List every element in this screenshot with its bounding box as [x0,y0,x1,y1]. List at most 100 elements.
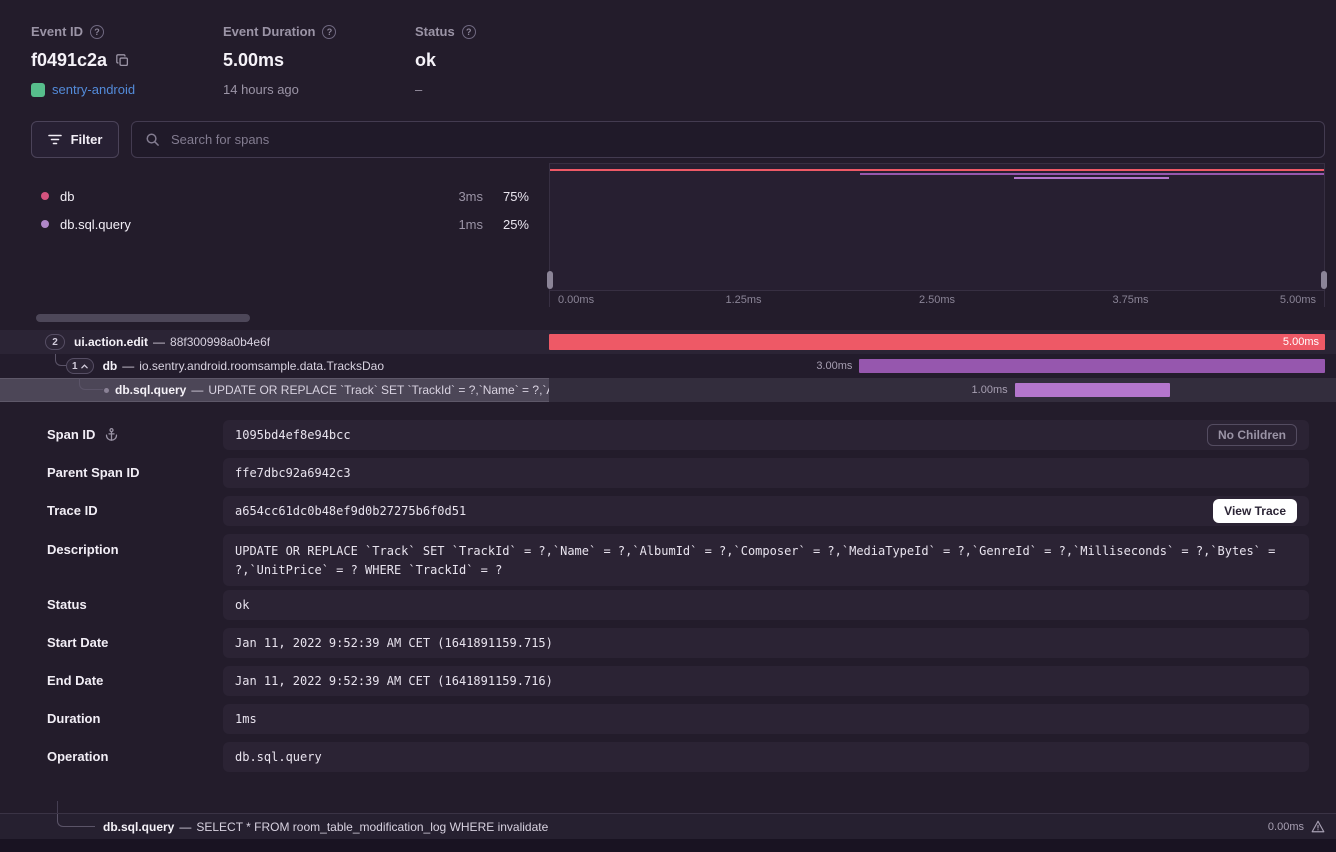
view-trace-button[interactable]: View Trace [1213,499,1297,523]
badge-count: 1 [72,361,78,372]
span-duration-bar[interactable] [859,359,1325,373]
span-id-value: 1095bd4ef8e94bcc [235,428,351,442]
span-duration-bar[interactable]: 5.00ms [549,334,1325,350]
span-duration-bar[interactable] [1015,383,1170,397]
start-date-value: Jan 11, 2022 9:52:39 AM CET (1641891159.… [235,636,553,650]
start-date-label: Start Date [47,635,108,650]
span-row-meta: 0.00ms [1268,814,1325,839]
start-date-value-box: Jan 11, 2022 9:52:39 AM CET (1641891159.… [223,628,1309,658]
filter-button[interactable]: Filter [31,121,119,158]
event-id-block: Event ID ? f0491c2a sentry-android [31,24,135,97]
span-description: 88f300998a0b4e6f [170,335,270,349]
no-children-button[interactable]: No Children [1207,424,1297,446]
badge-count: 2 [52,337,58,348]
span-duration-label: 1.00ms [972,384,1008,396]
minimap-right-drag-handle[interactable] [1321,271,1327,289]
event-duration-label-text: Event Duration [223,24,315,39]
operation-value: db.sql.query [235,750,322,764]
legend-percent: 75% [494,189,529,204]
span-description: SELECT * FROM room_table_modification_lo… [196,820,548,834]
span-title: db.sql.query—UPDATE OR REPLACE `Track` S… [115,383,549,397]
trace-id-value: a654cc61dc0b48ef9d0b27275b6f0d51 [235,504,466,518]
parent-span-id-value-box: ffe7dbc92a6942c3 [223,458,1309,488]
span-chart-cell: 5.00ms [549,330,1325,354]
span-id-label: Span ID [47,427,119,442]
legend-op-name: db.sql.query [60,217,131,232]
filter-button-label: Filter [71,132,103,147]
axis-tick: 3.75ms [1112,294,1148,306]
filter-icon [48,134,62,145]
help-icon[interactable]: ? [322,25,336,39]
end-date-value-box: Jan 11, 2022 9:52:39 AM CET (1641891159.… [223,666,1309,696]
tree-connector [55,354,66,366]
span-row-db-sql-query-select[interactable]: db.sql.query—SELECT * FROM room_table_mo… [0,813,1336,839]
description-value: UPDATE OR REPLACE `Track` SET `TrackId` … [235,542,1297,580]
span-title: db.sql.query—SELECT * FROM room_table_mo… [103,814,548,839]
search-icon [145,132,160,147]
axis-tick: 2.50ms [919,294,955,306]
status-block: Status ? ok – [415,24,476,97]
minimap-span-line [1014,177,1169,179]
span-duration-label: 5.00ms [1283,336,1319,348]
time-axis: 0.00ms 1.25ms 2.50ms 3.75ms 5.00ms [549,290,1325,307]
span-title: ui.action.edit — 88f300998a0b4e6f [74,335,270,349]
span-op: ui.action.edit [74,335,148,349]
span-row-db-sql-query-selected[interactable]: db.sql.query—UPDATE OR REPLACE `Track` S… [0,378,1336,402]
project-link[interactable]: sentry-android [31,82,135,97]
tree-bullet [104,388,109,393]
event-id-value: f0491c2a [31,50,135,71]
span-row-db[interactable]: 1 db—io.sentry.android.roomsample.data.T… [0,354,1336,378]
span-chart-cell: 3.00ms [549,354,1325,378]
legend-op-name: db [60,189,74,204]
help-icon[interactable]: ? [462,25,476,39]
trace-id-value-box: a654cc61dc0b48ef9d0b27275b6f0d51 View Tr… [223,496,1309,526]
event-id-label-text: Event ID [31,24,83,39]
separator: — [122,359,134,373]
search-input[interactable] [169,131,1311,148]
status-label: Status ? [415,24,476,39]
legend-item-db-sql-query: db.sql.query 1ms 25% [41,214,541,234]
event-duration-value: 5.00ms [223,50,336,71]
span-op: db [103,359,118,373]
span-chart-cell: 1.00ms [549,378,1325,402]
event-time-ago: 14 hours ago [223,82,336,97]
axis-tick: 1.25ms [725,294,761,306]
bottom-scroll-track[interactable] [0,839,1336,852]
span-op: db.sql.query [115,383,186,397]
event-duration-block: Event Duration ? 5.00ms 14 hours ago [223,24,336,97]
help-icon[interactable]: ? [90,25,104,39]
operation-label: Operation [47,749,108,764]
axis-tick: 5.00ms [1280,294,1316,306]
copy-icon[interactable] [116,54,129,67]
status-value: ok [415,50,476,71]
status-detail-label: Status [47,597,87,612]
separator: — [191,383,203,397]
search-bar [131,121,1325,158]
trace-minimap[interactable] [549,163,1325,290]
span-children-badge[interactable]: 1 [66,358,94,374]
event-id-label: Event ID ? [31,24,135,39]
sentry-span-detail-screen: Event ID ? f0491c2a sentry-android Event… [0,0,1336,852]
minimap-left-drag-handle[interactable] [547,271,553,289]
end-date-value: Jan 11, 2022 9:52:39 AM CET (1641891159.… [235,674,553,688]
project-name: sentry-android [52,82,135,97]
span-children-badge[interactable]: 2 [45,334,65,350]
span-tree-cell: 1 db—io.sentry.android.roomsample.data.T… [0,354,549,378]
legend-duration: 3ms [450,189,483,204]
separator: — [179,820,191,834]
separator: — [153,335,165,349]
span-tree-cell: 2 ui.action.edit — 88f300998a0b4e6f [0,330,549,354]
chevron-up-icon [81,364,88,369]
span-title: db—io.sentry.android.roomsample.data.Tra… [103,359,384,373]
span-row-ui-action-edit[interactable]: 2 ui.action.edit — 88f300998a0b4e6f 5.00ms [0,330,1336,354]
legend-duration: 1ms [450,217,483,232]
status-label-text: Status [415,24,455,39]
status-detail-value: ok [235,598,249,612]
event-id-text: f0491c2a [31,50,107,71]
anchor-icon[interactable] [104,427,119,442]
legend-percent: 25% [494,217,529,232]
warning-icon [1311,820,1325,833]
minimap-span-line [860,173,1324,175]
description-label: Description [47,542,119,557]
horizontal-scrollbar-handle[interactable] [36,314,250,322]
